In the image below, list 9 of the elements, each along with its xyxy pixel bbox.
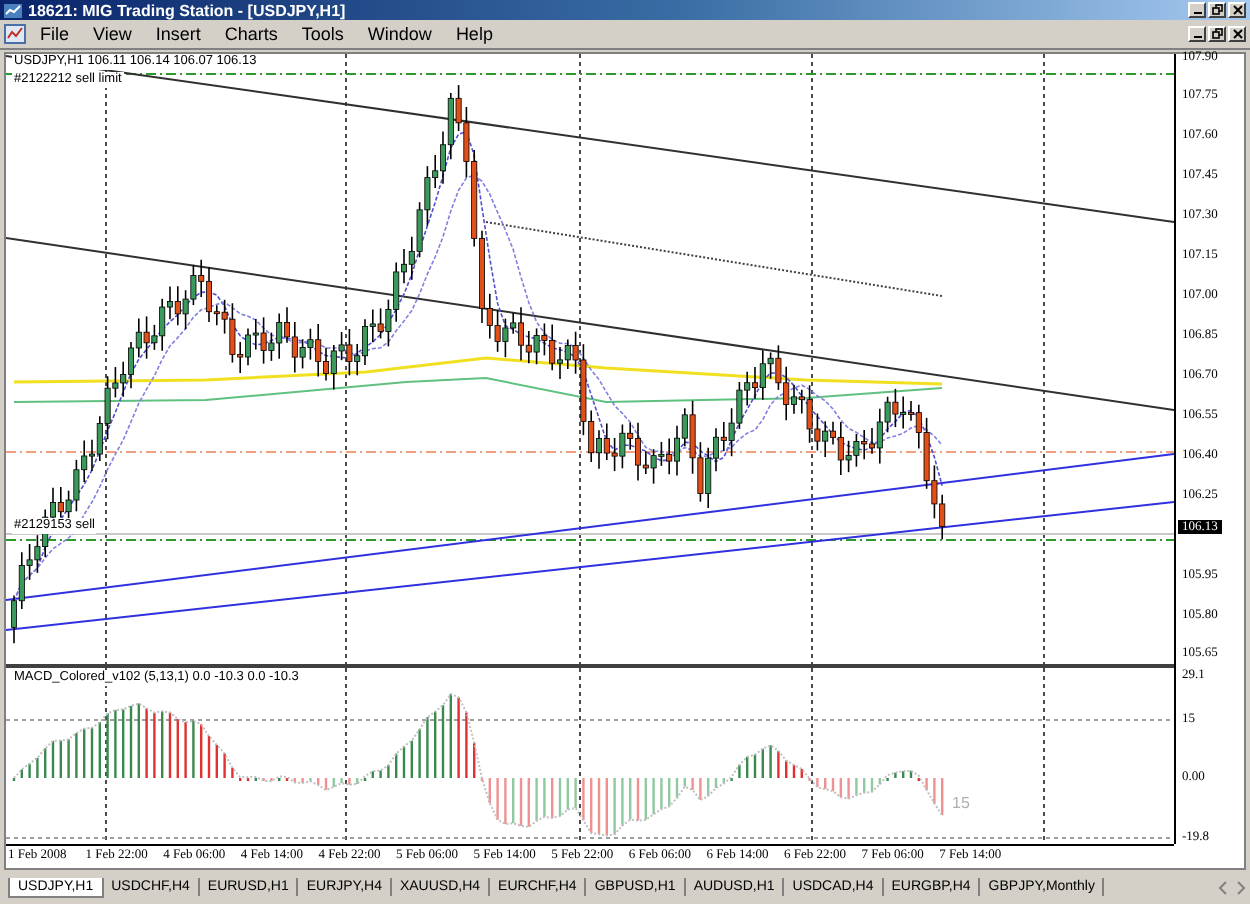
indicator-value-label: 15 <box>950 796 972 812</box>
menu-item[interactable]: File <box>30 24 80 44</box>
menu-item[interactable]: Window <box>357 24 442 44</box>
menu-item[interactable]: Insert <box>145 24 211 44</box>
window-title: 18621: MIG Trading Station - [USDJPY,H1] <box>28 1 348 19</box>
menu-item[interactable]: View <box>83 24 142 44</box>
menu-item[interactable]: Tools <box>291 24 354 44</box>
menu-item[interactable]: Help <box>445 24 503 44</box>
menu-item[interactable]: Charts <box>214 24 288 44</box>
